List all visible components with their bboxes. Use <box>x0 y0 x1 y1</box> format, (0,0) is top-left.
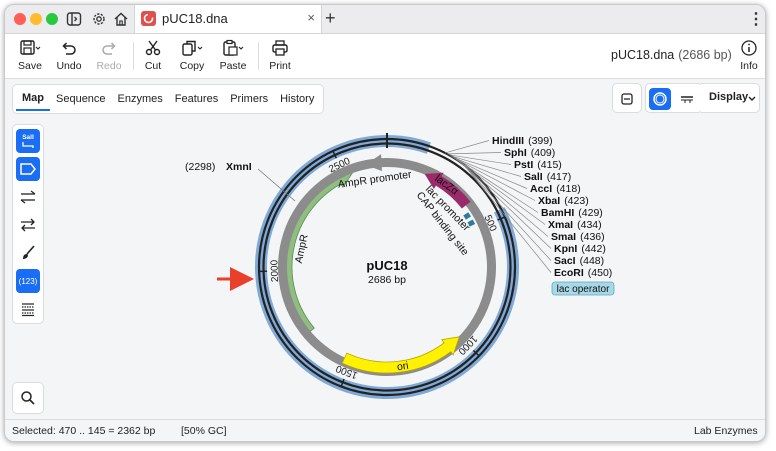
gc-content: [50% GC] <box>181 425 227 437</box>
plasmid-map[interactable]: 5001000150020002500 AmpRAmpR promoterori… <box>5 5 765 419</box>
enzyme-position-xmai: (434) <box>577 219 602 231</box>
status-bar: Selected: 470 .. 145 = 2362 bp [50% GC] … <box>5 419 765 441</box>
enzyme-label-smai[interactable]: SmaI <box>551 231 576 243</box>
enzyme-leader-sphi <box>446 152 502 155</box>
plasmid-name: pUC18 <box>366 258 407 273</box>
enzyme-label-bamhi[interactable]: BamHI <box>541 207 574 219</box>
enzyme-position-sphi: (409) <box>531 147 556 159</box>
enzyme-label-hindiii[interactable]: HindIII <box>492 135 524 147</box>
lac-operator-label: lac operator <box>557 284 610 295</box>
plasmid-length: 2686 bp <box>368 274 406 286</box>
enzyme-label-acci[interactable]: AccI <box>530 183 552 195</box>
xmni-label[interactable]: XmnI <box>226 161 252 173</box>
enzyme-label-psti[interactable]: PstI <box>514 159 533 171</box>
enzyme-position-hindiii: (399) <box>528 135 553 147</box>
enzyme-label-xmai[interactable]: XmaI <box>548 219 573 231</box>
enzyme-position-smai: (436) <box>580 231 605 243</box>
enzyme-leader-hindiii <box>445 140 490 154</box>
enzyme-label-sali[interactable]: SalI <box>524 171 543 183</box>
enzyme-label-sphi[interactable]: SphI <box>504 147 527 159</box>
enzyme-set[interactable]: Lab Enzymes <box>694 425 758 437</box>
enzyme-position-psti: (415) <box>537 159 562 171</box>
enzyme-label-xbai[interactable]: XbaI <box>538 195 560 207</box>
enzyme-label-ecori[interactable]: EcoRI <box>554 267 584 279</box>
ori-label: ori <box>396 360 409 374</box>
app-window: pUC18.dna × + ⋮ Save Undo Redo Cut Copy … <box>4 4 766 442</box>
enzyme-position-bamhi: (429) <box>578 207 603 219</box>
enzyme-position-kpni: (442) <box>581 243 606 255</box>
enzyme-position-xbai: (423) <box>564 195 589 207</box>
enzyme-label-kpni[interactable]: KpnI <box>554 243 577 255</box>
enzyme-position-saci: (448) <box>580 255 605 267</box>
enzyme-position-sali: (417) <box>547 171 572 183</box>
xmni-position: (2298) <box>185 161 215 173</box>
enzyme-label-saci[interactable]: SacI <box>554 255 576 267</box>
enzyme-position-acci: (418) <box>556 183 581 195</box>
selection-status: Selected: 470 .. 145 = 2362 bp <box>12 425 156 437</box>
enzyme-position-ecori: (450) <box>588 267 613 279</box>
